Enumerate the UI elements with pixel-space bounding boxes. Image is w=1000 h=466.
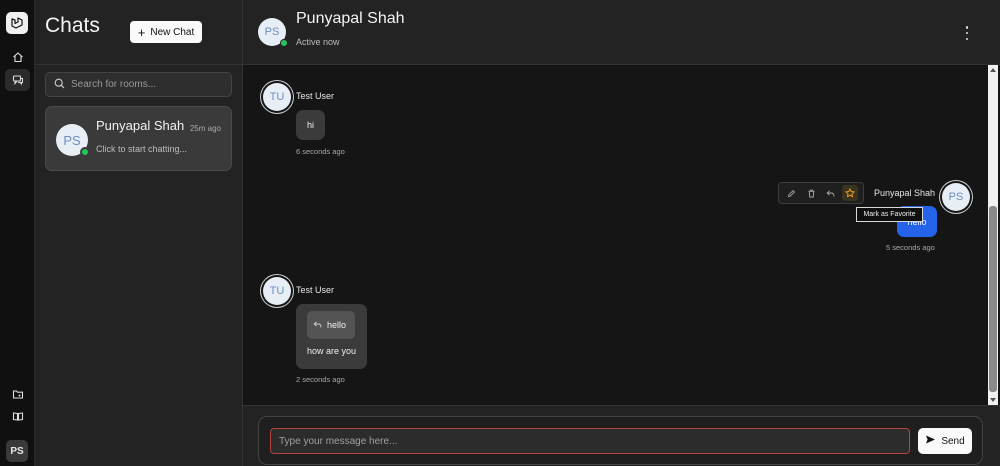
message-time: 2 seconds ago: [296, 375, 345, 384]
avatar-initials: TU: [269, 91, 285, 103]
icon-rail: PS: [0, 0, 35, 466]
conversation-header: PS Punyapal Shah Active now: [243, 0, 1000, 65]
reply-quote-text: hello: [327, 320, 347, 330]
message-time: 6 seconds ago: [296, 147, 345, 156]
chat-list-panel: Chats + New Chat PS Punyapal Shah 25m ag…: [35, 0, 243, 466]
message-avatar: TU: [263, 83, 291, 111]
message-avatar: TU: [263, 277, 291, 305]
message-actions-toolbar: [778, 182, 864, 204]
folder-git-icon[interactable]: [5, 383, 30, 405]
scroll-down-icon[interactable]: [990, 398, 996, 402]
more-options-icon[interactable]: [962, 26, 972, 40]
message-input[interactable]: [270, 428, 910, 454]
room-preview: Click to start chatting...: [96, 144, 188, 154]
message-scrollbar[interactable]: [988, 65, 998, 405]
message-bubble[interactable]: hello how are you: [296, 304, 367, 369]
avatar-initials: TU: [269, 285, 285, 297]
reply-icon: [313, 320, 322, 331]
favorite-tooltip: Mark as Favorite: [856, 207, 923, 222]
message-text: how are you: [307, 346, 357, 356]
user-avatar[interactable]: PS: [6, 440, 28, 462]
send-icon: [925, 434, 936, 448]
reply-icon[interactable]: [823, 185, 839, 201]
divider: [35, 64, 243, 65]
room-avatar: PS: [56, 124, 90, 157]
message-sender: Test User: [296, 285, 335, 295]
book-open-icon[interactable]: [5, 405, 30, 427]
message-avatar: PS: [942, 183, 970, 211]
header-avatar-initials: PS: [264, 26, 280, 38]
delete-icon[interactable]: [803, 185, 819, 201]
plus-icon: +: [137, 24, 146, 40]
composer-area: Send: [243, 405, 1000, 466]
message-list[interactable]: TU Test User hi 6 seconds ago Punyapal S…: [243, 65, 1000, 405]
room-search[interactable]: [45, 72, 232, 97]
scroll-up-icon[interactable]: [990, 68, 996, 72]
new-chat-label: New Chat: [150, 26, 195, 38]
edit-icon[interactable]: [784, 185, 800, 201]
send-label: Send: [941, 435, 965, 447]
chats-title: Chats: [45, 14, 100, 37]
send-button[interactable]: Send: [918, 428, 972, 454]
message-sender: Punyapal Shah: [874, 188, 936, 198]
message-text: hi: [306, 120, 314, 130]
message-time: 5 seconds ago: [886, 243, 935, 252]
laravel-logo-icon[interactable]: [6, 12, 28, 34]
message-composer: Send: [258, 416, 983, 465]
scrollbar-thumb[interactable]: [989, 206, 997, 392]
header-avatar: PS: [258, 18, 288, 47]
room-avatar-initials: PS: [63, 132, 81, 148]
message-bubble[interactable]: hi: [296, 110, 325, 140]
contact-name: Punyapal Shah: [296, 10, 405, 27]
online-indicator: [80, 147, 90, 157]
search-icon: [54, 76, 65, 94]
search-input[interactable]: [71, 79, 221, 90]
home-icon[interactable]: [5, 46, 30, 68]
star-icon[interactable]: [842, 185, 859, 201]
room-name: Punyapal Shah: [96, 118, 185, 133]
reply-quote[interactable]: hello: [307, 311, 355, 339]
contact-status: Active now: [296, 37, 340, 47]
online-indicator: [280, 39, 288, 47]
conversation: PS Punyapal Shah Active now TU Test User…: [243, 0, 1000, 466]
message-sender: Test User: [296, 91, 335, 101]
new-chat-button[interactable]: + New Chat: [130, 21, 202, 43]
room-time: 25m ago: [189, 124, 221, 133]
chat-app: PS Chats + New Chat PS Punyapal Shah 25m…: [0, 0, 1000, 466]
room-item[interactable]: PS Punyapal Shah 25m ago Click to start …: [45, 106, 232, 171]
chat-bubbles-icon[interactable]: [5, 69, 30, 91]
avatar-initials: PS: [948, 191, 964, 203]
